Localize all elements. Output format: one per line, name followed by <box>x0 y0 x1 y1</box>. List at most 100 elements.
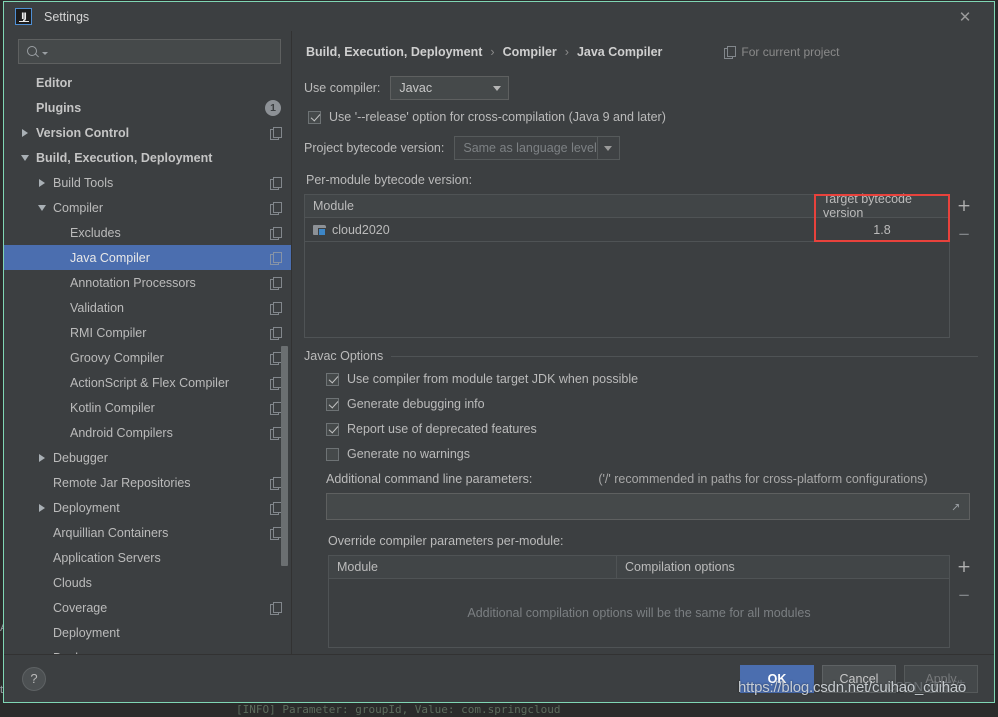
release-option-checkbox[interactable] <box>308 110 321 124</box>
sidebar-item-build-tools[interactable]: Build Tools <box>4 170 291 195</box>
javac-checkbox-row[interactable]: Generate debugging info <box>326 397 978 411</box>
sidebar-item-label: Groovy Compiler <box>70 350 164 365</box>
add-override-button[interactable]: + <box>953 557 975 577</box>
remove-module-button[interactable]: − <box>953 224 975 244</box>
sidebar-item-coverage[interactable]: Coverage <box>4 595 291 620</box>
cell-target-bytecode[interactable]: 1.8 <box>815 218 949 241</box>
sidebar-item-version-control[interactable]: Version Control <box>4 120 291 145</box>
breadcrumb-item-1[interactable]: Compiler <box>503 45 557 59</box>
additional-params-note: ('/' recommended in paths for cross-plat… <box>598 472 928 486</box>
column-header-target-bytecode[interactable]: Target bytecode version <box>815 192 949 220</box>
project-scope-icon <box>270 476 282 490</box>
dialog-footer: ? OK Cancel Apply <box>4 654 994 702</box>
footer-buttons: OK Cancel Apply <box>740 664 978 693</box>
sidebar-item-label: Plugins <box>36 100 82 115</box>
project-scope-icon <box>270 276 282 290</box>
breadcrumb-item-2[interactable]: Java Compiler <box>577 45 662 59</box>
sidebar-item-groovy-compiler[interactable]: Groovy Compiler <box>4 345 291 370</box>
project-bytecode-value: Same as language level <box>463 141 597 155</box>
column-header-compilation-options[interactable]: Compilation options <box>617 556 949 578</box>
sidebar-item-deployment[interactable]: Deployment <box>4 620 291 645</box>
project-scope-icon <box>270 351 282 365</box>
search-box[interactable] <box>18 39 281 64</box>
sidebar-item-application-servers[interactable]: Application Servers <box>4 545 291 570</box>
table-row[interactable]: cloud2020 1.8 <box>305 218 949 242</box>
sidebar-item-label: Java Compiler <box>70 250 150 265</box>
per-module-label: Per-module bytecode version: <box>306 173 473 187</box>
sidebar-scrollbar[interactable] <box>281 346 288 566</box>
cancel-button[interactable]: Cancel <box>822 664 896 693</box>
additional-params-input[interactable] <box>335 499 943 514</box>
expand-icon[interactable]: ↗ <box>951 501 962 512</box>
override-table-block: Module Compilation options Additional co… <box>328 555 978 648</box>
add-module-button[interactable]: + <box>953 196 975 216</box>
chevron-right-icon[interactable] <box>35 178 49 187</box>
search-container <box>4 31 291 70</box>
javac-checkbox-label: Report use of deprecated features <box>347 422 537 436</box>
project-scope-icon <box>270 526 282 540</box>
help-button[interactable]: ? <box>22 666 46 691</box>
additional-params-input-wrap[interactable]: ↗ <box>326 493 970 520</box>
sidebar-item-rmi-compiler[interactable]: RMI Compiler <box>4 320 291 345</box>
javac-checkbox[interactable] <box>326 447 339 461</box>
project-scope-icon <box>270 126 282 140</box>
chevron-down-icon[interactable] <box>35 204 49 211</box>
sidebar-item-docker[interactable]: Docker <box>4 645 291 654</box>
settings-content: Build, Execution, Deployment › Compiler … <box>292 31 994 654</box>
javac-checkbox-row[interactable]: Use compiler from module target JDK when… <box>326 372 978 386</box>
project-scope-icon <box>270 501 282 515</box>
column-header-module[interactable]: Module <box>305 195 815 217</box>
sidebar-item-clouds[interactable]: Clouds <box>4 570 291 595</box>
release-option-checkbox-row[interactable]: Use '--release' option for cross-compila… <box>308 110 978 124</box>
javac-options-header: Javac Options <box>304 349 978 363</box>
per-module-table-block: Module Target bytecode version cloud2020… <box>304 192 978 338</box>
ok-button[interactable]: OK <box>740 664 814 693</box>
sidebar-item-actionscript-flex-compiler[interactable]: ActionScript & Flex Compiler <box>4 370 291 395</box>
project-bytecode-select[interactable]: Same as language level <box>454 136 620 160</box>
javac-checkbox-row[interactable]: Generate no warnings <box>326 447 978 461</box>
sidebar-item-remote-jar-repositories[interactable]: Remote Jar Repositories <box>4 470 291 495</box>
sidebar-item-java-compiler[interactable]: Java Compiler <box>4 245 291 270</box>
additional-params-label: Additional command line parameters: <box>326 472 533 486</box>
sidebar-item-deployment[interactable]: Deployment <box>4 495 291 520</box>
sidebar-item-kotlin-compiler[interactable]: Kotlin Compiler <box>4 395 291 420</box>
javac-checkbox[interactable] <box>326 397 339 411</box>
use-compiler-select[interactable]: Javac <box>390 76 510 100</box>
per-module-table-empty-area <box>305 242 949 337</box>
javac-checkbox-row[interactable]: Report use of deprecated features <box>326 422 978 436</box>
search-input[interactable] <box>48 44 274 59</box>
javac-checkbox[interactable] <box>326 422 339 436</box>
column-header-module[interactable]: Module <box>329 556 617 578</box>
sidebar-item-label: Arquillian Containers <box>53 525 169 540</box>
chevron-right-icon[interactable] <box>35 453 49 462</box>
sidebar-item-validation[interactable]: Validation <box>4 295 291 320</box>
sidebar-item-compiler[interactable]: Compiler <box>4 195 291 220</box>
sidebar-item-editor[interactable]: Editor <box>4 70 291 95</box>
sidebar-item-android-compilers[interactable]: Android Compilers <box>4 420 291 445</box>
project-scope-icon <box>270 376 282 390</box>
settings-sidebar: Editor Plugins 1 Version Control Build, Exec… <box>4 31 292 654</box>
dialog-body: Editor Plugins 1 Version Control Build, Exec… <box>4 31 994 654</box>
chevron-right-icon[interactable] <box>35 503 49 512</box>
override-table-header: Module Compilation options <box>329 556 949 579</box>
sidebar-item-arquillian-containers[interactable]: Arquillian Containers <box>4 520 291 545</box>
per-module-table-header: Module Target bytecode version <box>305 192 949 220</box>
plugins-update-badge: 1 <box>265 99 281 116</box>
sidebar-item-debugger[interactable]: Debugger <box>4 445 291 470</box>
sidebar-item-build-execution-deployment[interactable]: Build, Execution, Deployment <box>4 145 291 170</box>
sidebar-item-excludes[interactable]: Excludes <box>4 220 291 245</box>
background-console-line: [INFO] Parameter: groupId, Value: com.sp… <box>236 703 561 716</box>
sidebar-item-plugins[interactable]: Plugins 1 <box>4 95 291 120</box>
chevron-right-icon[interactable] <box>18 128 32 137</box>
sidebar-item-annotation-processors[interactable]: Annotation Processors <box>4 270 291 295</box>
chevron-down-icon[interactable] <box>18 154 32 161</box>
sidebar-item-label: Annotation Processors <box>70 275 196 290</box>
javac-checkbox[interactable] <box>326 372 339 386</box>
breadcrumb-item-0[interactable]: Build, Execution, Deployment <box>306 45 482 59</box>
close-icon[interactable]: ✕ <box>948 2 982 31</box>
javac-checkbox-list: Use compiler from module target JDK when… <box>326 372 978 461</box>
remove-override-button[interactable]: − <box>953 585 975 605</box>
cell-module-text: cloud2020 <box>332 222 390 237</box>
project-scope-icon <box>270 201 282 215</box>
sidebar-item-label: Build, Execution, Deployment <box>36 150 213 165</box>
